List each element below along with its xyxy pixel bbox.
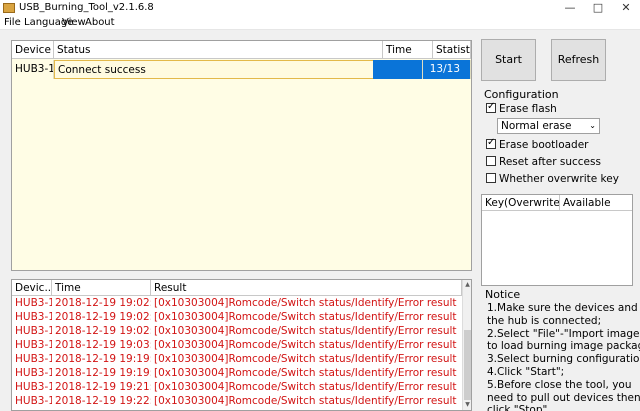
scrollbar-thumb[interactable]	[464, 330, 471, 400]
column-header-log-time[interactable]: Time	[52, 280, 151, 296]
log-result-cell: [0x10303004]Romcode/Switch status/Identi…	[154, 297, 457, 309]
close-icon[interactable]: ✕	[612, 0, 640, 16]
log-result-cell: [0x10303004]Romcode/Switch status/Identi…	[154, 353, 457, 365]
configuration-title: Configuration	[484, 88, 559, 101]
checkbox-icon[interactable]	[486, 101, 496, 113]
notice-line: click "Stop".	[487, 404, 551, 411]
menu-bar: File Language View About	[0, 16, 640, 30]
overwrite-key-checkbox[interactable]: Whether overwrite key	[486, 172, 619, 186]
log-row[interactable]: HUB3-12018-12-19 19:21:...[0x10303004]Ro…	[12, 380, 462, 394]
erase-flash-label: Erase flash	[499, 103, 557, 115]
maximize-icon[interactable]: □	[584, 0, 612, 16]
erase-flash-checkbox[interactable]: Erase flash	[486, 101, 557, 116]
status-cell: Connect success	[54, 60, 383, 79]
log-device-cell: HUB3-1	[15, 311, 52, 323]
log-scrollbar[interactable]: ▲ ▼	[462, 280, 471, 410]
window-title: USB_Burning_Tool_v2.1.6.8	[19, 2, 154, 13]
app-icon	[3, 3, 15, 13]
reset-after-success-label: Reset after success	[499, 156, 601, 168]
log-grid-header: Devic... Time Result	[12, 280, 462, 296]
notice-line: the hub is connected;	[487, 314, 602, 327]
notice-line: 4.Click "Start";	[487, 365, 565, 378]
device-grid[interactable]: Device ID Status Time Statistic HUB3-1 C…	[11, 40, 472, 271]
scroll-up-icon[interactable]: ▲	[463, 280, 471, 290]
checkbox-icon[interactable]	[486, 156, 496, 166]
column-header-status[interactable]: Status	[54, 41, 383, 59]
log-device-cell: HUB3-1	[15, 395, 52, 407]
overwrite-key-label: Whether overwrite key	[499, 173, 619, 185]
checkbox-icon[interactable]	[486, 173, 496, 183]
device-grid-header: Device ID Status Time Statistic	[12, 41, 471, 59]
log-result-cell: [0x10303004]Romcode/Switch status/Identi…	[154, 325, 457, 337]
log-device-cell: HUB3-1	[15, 353, 52, 365]
notice-line: 2.Select "File"-"Import image"	[487, 327, 640, 340]
notice-line: to load burning image package;	[487, 340, 640, 353]
log-row[interactable]: HUB3-12018-12-19 19:19:...[0x10303004]Ro…	[12, 366, 462, 380]
minimize-icon[interactable]: —	[556, 0, 584, 16]
column-header-time[interactable]: Time	[383, 41, 433, 59]
log-result-cell: [0x10303004]Romcode/Switch status/Identi…	[154, 339, 457, 351]
log-result-cell: [0x10303004]Romcode/Switch status/Identi…	[154, 311, 457, 323]
column-header-device-id[interactable]: Device ID	[12, 41, 54, 59]
log-result-cell: [0x10303004]Romcode/Switch status/Identi…	[154, 367, 457, 379]
notice-text: 1.Make sure the devices and the hub is co…	[487, 302, 640, 411]
erase-bootloader-checkbox[interactable]: Erase bootloader	[486, 137, 589, 152]
log-device-cell: HUB3-1	[15, 381, 52, 393]
log-row[interactable]: HUB3-12018-12-19 19:22:...[0x10303004]Ro…	[12, 394, 462, 408]
notice-title: Notice	[485, 288, 521, 301]
log-time-cell: 2018-12-19 19:02:...	[55, 297, 151, 309]
menu-view[interactable]: View	[62, 17, 86, 28]
log-time-cell: 2018-12-19 19:21:...	[55, 381, 151, 393]
erase-bootloader-label: Erase bootloader	[499, 139, 589, 151]
log-grid[interactable]: Devic... Time Result HUB3-1 2018-12-19 19…	[11, 279, 472, 411]
chevron-down-icon[interactable]: ⌄	[589, 119, 596, 133]
column-header-key[interactable]: Key(Overwrite)	[482, 195, 560, 211]
menu-file[interactable]: File	[4, 17, 21, 28]
checkbox-icon[interactable]	[486, 137, 496, 149]
erase-mode-value: Normal erase	[501, 120, 572, 132]
log-row[interactable]: HUB3-12018-12-19 19:19:...[0x10303004]Ro…	[12, 352, 462, 366]
log-result-cell: [0x10303004]Romcode/Switch status/Identi…	[154, 381, 457, 393]
device-row[interactable]: HUB3-1 Connect success 13/13	[12, 60, 471, 79]
log-time-cell: 2018-12-19 19:02:...	[55, 311, 151, 323]
key-table-header: Key(Overwrite) Available	[482, 195, 632, 211]
notice-line: 5.Before close the tool, you	[487, 378, 632, 391]
log-device-cell: HUB3-1	[15, 339, 52, 351]
scroll-down-icon[interactable]: ▼	[463, 400, 471, 410]
log-time-cell: 2018-12-19 19:22:...	[55, 395, 151, 407]
notice-line: need to pull out devices then	[487, 391, 640, 404]
start-button[interactable]: Start	[481, 39, 536, 81]
notice-line: 1.Make sure the devices and	[487, 302, 638, 314]
log-time-cell: 2018-12-19 19:03:...	[55, 339, 151, 351]
menu-about[interactable]: About	[85, 17, 115, 28]
log-time-cell: 2018-12-19 19:02:...	[55, 325, 151, 337]
log-device-cell: HUB3-1	[15, 367, 52, 379]
statistic-cell: 13/13	[423, 60, 471, 79]
log-device-cell: HUB3-1	[15, 325, 52, 337]
device-id-cell: HUB3-1	[12, 60, 54, 79]
notice-line: 3.Select burning configuration;	[487, 353, 640, 366]
log-row[interactable]: HUB3-12018-12-19 19:02:...[0x10303004]Ro…	[12, 296, 462, 310]
log-result-cell: [0x10303004]Romcode/Switch status/Identi…	[154, 395, 457, 407]
log-device-cell: HUB3-1	[15, 297, 52, 309]
log-row[interactable]: HUB3-12018-12-19 19:02:...[0x10303004]Ro…	[12, 324, 462, 338]
erase-mode-select[interactable]: Normal erase ⌄	[497, 118, 600, 134]
refresh-button[interactable]: Refresh	[551, 39, 606, 81]
key-table[interactable]: Key(Overwrite) Available	[481, 194, 633, 286]
title-bar: USB_Burning_Tool_v2.1.6.8 — □ ✕	[0, 0, 640, 16]
log-time-cell: 2018-12-19 19:19:...	[55, 353, 151, 365]
log-row[interactable]: HUB3-12018-12-19 19:02:...[0x10303004]Ro…	[12, 310, 462, 324]
column-header-available[interactable]: Available	[560, 195, 632, 211]
log-time-cell: 2018-12-19 19:19:...	[55, 367, 151, 379]
log-rows: HUB3-12018-12-19 19:02:...[0x10303004]Ro…	[12, 296, 462, 408]
reset-after-success-checkbox[interactable]: Reset after success	[486, 155, 601, 169]
column-header-device[interactable]: Devic...	[12, 280, 52, 296]
time-cell	[373, 60, 423, 79]
column-header-result[interactable]: Result	[151, 280, 462, 296]
column-header-statistic[interactable]: Statistic	[433, 41, 471, 59]
log-row[interactable]: HUB3-12018-12-19 19:03:...[0x10303004]Ro…	[12, 338, 462, 352]
